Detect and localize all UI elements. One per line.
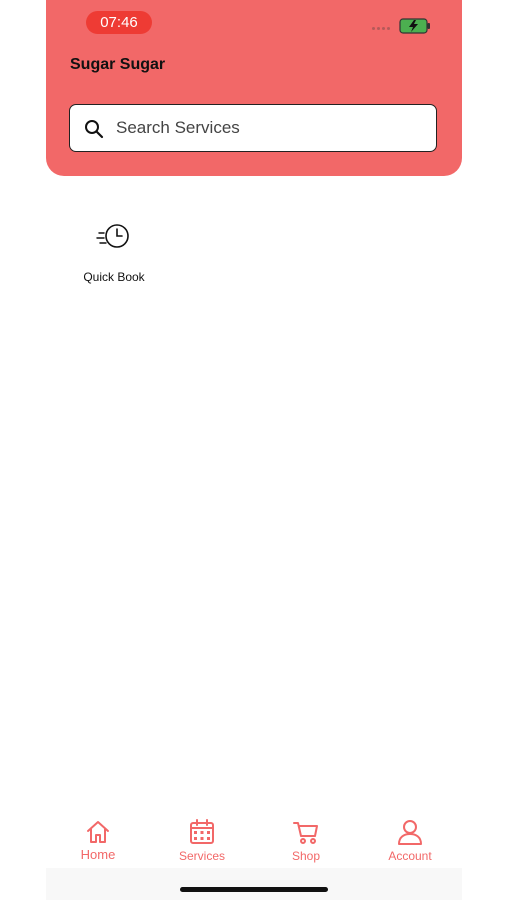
search-icon [85, 120, 104, 139]
calendar-icon [190, 819, 214, 844]
home-indicator-area [46, 868, 462, 900]
cart-icon [293, 822, 318, 844]
home-icon [87, 821, 109, 843]
tab-account[interactable]: Account [370, 818, 450, 866]
tab-shop-label: Shop [291, 849, 321, 863]
phone-screen: 07:46 Sugar Sugar Quick Book [46, 0, 462, 900]
search-bar[interactable] [69, 104, 437, 152]
status-time: 07:46 [86, 11, 152, 34]
header: 07:46 Sugar Sugar [46, 0, 462, 176]
battery-charging-icon [399, 18, 430, 34]
tab-services-label: Services [178, 849, 225, 863]
tab-shop[interactable]: Shop [266, 818, 346, 866]
signal-icon [372, 27, 390, 30]
tab-home-label: Home [80, 847, 116, 862]
app-title: Sugar Sugar [70, 56, 166, 73]
fast-clock-icon [96, 224, 129, 248]
home-indicator[interactable] [180, 887, 328, 892]
tab-account-label: Account [388, 849, 432, 863]
quick-book-label: Quick Book [83, 270, 145, 284]
user-icon [398, 820, 422, 845]
quick-book-button[interactable]: Quick Book [68, 218, 160, 290]
search-input[interactable] [116, 105, 416, 151]
tab-bar: Home Services Shop Account [46, 812, 462, 868]
tab-services[interactable]: Services [162, 818, 242, 866]
tab-home[interactable]: Home [58, 818, 138, 866]
